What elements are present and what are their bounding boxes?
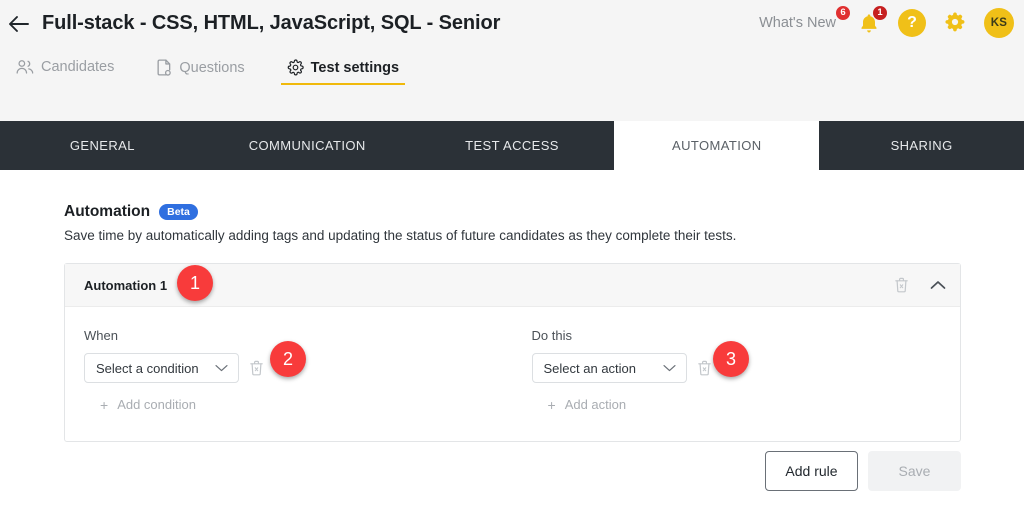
beta-badge: Beta [159, 204, 198, 220]
save-label: Save [899, 463, 931, 479]
tab-label-communication: COMMUNICATION [249, 138, 366, 153]
plus-icon: + [100, 398, 108, 412]
subnav-label-questions: Questions [179, 60, 244, 76]
section-description: Save time by automatically adding tags a… [64, 228, 736, 243]
app-page: Full-stack - CSS, HTML, JavaScript, SQL … [0, 0, 1024, 509]
tab-sharing[interactable]: SHARING [819, 121, 1024, 170]
add-action-button[interactable]: + Add action [548, 397, 627, 412]
help-button[interactable]: ? [898, 9, 926, 37]
subnav-item-questions[interactable]: Questions [150, 55, 250, 85]
notifications-badge: 1 [872, 5, 888, 21]
add-condition-label: Add condition [117, 397, 196, 412]
automation-card-body: When Select a condition [65, 307, 960, 441]
automation-panel: Automation Beta Save time by automatical… [0, 170, 1024, 509]
card-header-actions [894, 277, 946, 293]
tab-automation[interactable]: AUTOMATION [614, 121, 819, 170]
people-icon [16, 59, 34, 75]
chevron-down-icon [663, 364, 676, 372]
settings-button[interactable] [940, 8, 970, 38]
subnav-label-candidates: Candidates [41, 59, 114, 75]
condition-select-value: Select a condition [96, 361, 199, 376]
when-delete-icon[interactable] [249, 360, 264, 376]
gear-icon [943, 11, 967, 35]
add-rule-label: Add rule [785, 463, 837, 479]
add-condition-button[interactable]: + Add condition [100, 397, 196, 412]
top-header: Full-stack - CSS, HTML, JavaScript, SQL … [0, 0, 1024, 121]
question-mark-icon: ? [907, 14, 917, 32]
whats-new-link[interactable]: What's New 6 [759, 15, 840, 31]
automation-card-title: Automation 1 [84, 278, 167, 293]
section-title: Automation [64, 203, 150, 221]
chevron-down-icon [215, 364, 228, 372]
tab-label-general: GENERAL [70, 138, 135, 153]
action-select-value: Select an action [544, 361, 637, 376]
action-delete-icon[interactable] [697, 360, 712, 376]
tab-communication[interactable]: COMMUNICATION [205, 121, 410, 170]
action-select[interactable]: Select an action [532, 353, 687, 383]
avatar[interactable]: KS [984, 8, 1014, 38]
save-button[interactable]: Save [868, 451, 961, 491]
plus-icon: + [548, 398, 556, 412]
annotation-marker-3: 3 [713, 341, 749, 377]
section-title-row: Automation Beta [64, 203, 736, 221]
page-title: Full-stack - CSS, HTML, JavaScript, SQL … [42, 12, 500, 35]
tab-test-access[interactable]: TEST ACCESS [410, 121, 615, 170]
notifications-button[interactable]: 1 [854, 8, 884, 38]
annotation-marker-2: 2 [270, 341, 306, 377]
document-edit-icon [156, 59, 172, 76]
collapse-chevron-up-icon[interactable] [930, 280, 946, 290]
add-rule-button[interactable]: Add rule [765, 451, 858, 491]
whats-new-badge: 6 [835, 5, 851, 21]
condition-select[interactable]: Select a condition [84, 353, 239, 383]
avatar-initials: KS [991, 17, 1008, 29]
do-this-label: Do this [532, 328, 961, 343]
subnav-item-test-settings[interactable]: Test settings [281, 55, 405, 85]
rule-delete-icon[interactable] [894, 277, 909, 293]
section-header: Automation Beta Save time by automatical… [64, 203, 736, 243]
subnav-item-candidates[interactable]: Candidates [10, 55, 120, 84]
title-row: Full-stack - CSS, HTML, JavaScript, SQL … [8, 12, 500, 35]
gear-icon [287, 59, 304, 76]
subnav-label-test-settings: Test settings [311, 60, 399, 76]
settings-tabbar: GENERAL COMMUNICATION TEST ACCESS AUTOMA… [0, 121, 1024, 170]
header-actions: What's New 6 1 ? [759, 8, 1014, 38]
add-action-label: Add action [565, 397, 626, 412]
tab-general[interactable]: GENERAL [0, 121, 205, 170]
footer-actions: Add rule Save [765, 451, 961, 491]
when-label: When [84, 328, 513, 343]
tab-label-sharing: SHARING [891, 138, 953, 153]
whats-new-label: What's New [759, 15, 836, 31]
tab-label-automation: AUTOMATION [672, 138, 761, 153]
subnav: Candidates Questions [10, 55, 405, 85]
tab-label-test-access: TEST ACCESS [465, 138, 559, 153]
back-arrow-icon[interactable] [8, 13, 30, 35]
annotation-marker-1: 1 [177, 265, 213, 301]
